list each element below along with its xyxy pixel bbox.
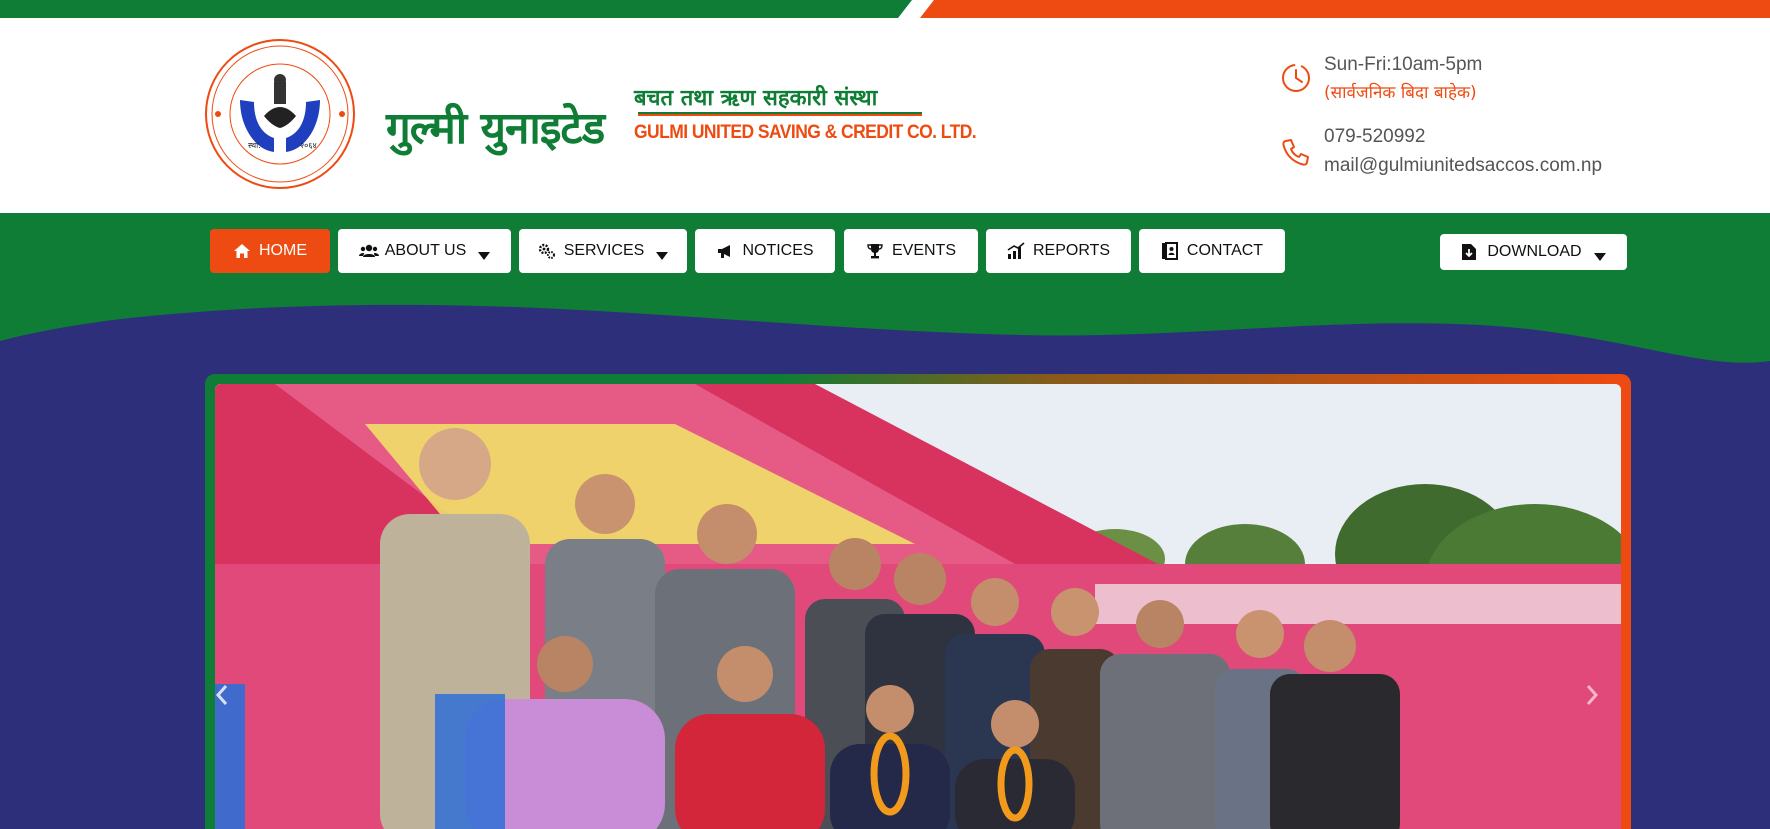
- nav-about-us[interactable]: ABOUT US: [338, 229, 511, 273]
- contact-book-icon: [1161, 242, 1179, 260]
- users-icon: [358, 242, 379, 260]
- chevron-down-icon: [1593, 248, 1606, 261]
- chevron-down-icon: [478, 247, 491, 260]
- svg-text:स्था.: स्था.: [248, 141, 261, 150]
- site-header: स्था. २०६४ गुल्मी युनाइटेड बचत तथा ऋण सह…: [0, 18, 1770, 213]
- top-accent-strip: [0, 0, 1770, 18]
- nav-events[interactable]: EVENTS: [844, 229, 978, 273]
- office-hours-text: Sun-Fri:10am-5pm: [1324, 54, 1483, 75]
- chart-icon: [1007, 242, 1025, 260]
- nav-notices-label: NOTICES: [742, 242, 814, 259]
- phone-icon: [1280, 136, 1312, 168]
- nav-about-us-label: ABOUT US: [384, 242, 467, 259]
- phone-number[interactable]: 079-520992: [1324, 122, 1602, 151]
- nav-services-label: SERVICES: [563, 242, 645, 259]
- home-icon: [233, 242, 251, 260]
- megaphone-icon: [716, 242, 734, 260]
- download-dropdown[interactable]: DOWNLOAD: [1440, 234, 1627, 270]
- logo-seal[interactable]: स्था. २०६४: [204, 38, 356, 190]
- slide-photo: [215, 384, 1621, 829]
- brand-divider: [638, 112, 922, 116]
- brand-name-nepali[interactable]: गुल्मी युनाइटेड: [386, 96, 605, 156]
- nav-home[interactable]: HOME: [210, 229, 330, 273]
- nav-reports-label: REPORTS: [1032, 242, 1111, 259]
- brand-tagline-nepali: बचत तथा ऋण सहकारी संस्था: [634, 86, 878, 111]
- brand-name-english: GULMI UNITED SAVING & CREDIT CO. LTD.: [634, 122, 977, 143]
- slider-next-button[interactable]: [1585, 684, 1621, 744]
- nav-services[interactable]: SERVICES: [519, 229, 687, 273]
- nav-events-label: EVENTS: [891, 242, 956, 259]
- svg-text:२०६४: २०६४: [300, 141, 317, 150]
- clock-icon: [1280, 62, 1312, 94]
- trophy-icon: [866, 242, 884, 260]
- file-download-icon: [1461, 243, 1479, 261]
- office-hours-note: (सार्वजनिक बिदा बाहेक): [1324, 83, 1477, 103]
- nav-contact-label: CONTACT: [1186, 242, 1264, 259]
- gears-icon: [538, 242, 556, 260]
- chevron-down-icon: [656, 247, 669, 260]
- hero-slider: [205, 374, 1631, 829]
- nav-contact[interactable]: CONTACT: [1139, 229, 1285, 273]
- download-label: DOWNLOAD: [1487, 243, 1582, 260]
- nav-reports[interactable]: REPORTS: [986, 229, 1131, 273]
- nav-home-label: HOME: [259, 242, 307, 259]
- email-address[interactable]: mail@gulmiunitedsaccos.com.np: [1324, 151, 1602, 180]
- nav-notices[interactable]: NOTICES: [695, 229, 835, 273]
- slider-prev-button[interactable]: [215, 684, 251, 744]
